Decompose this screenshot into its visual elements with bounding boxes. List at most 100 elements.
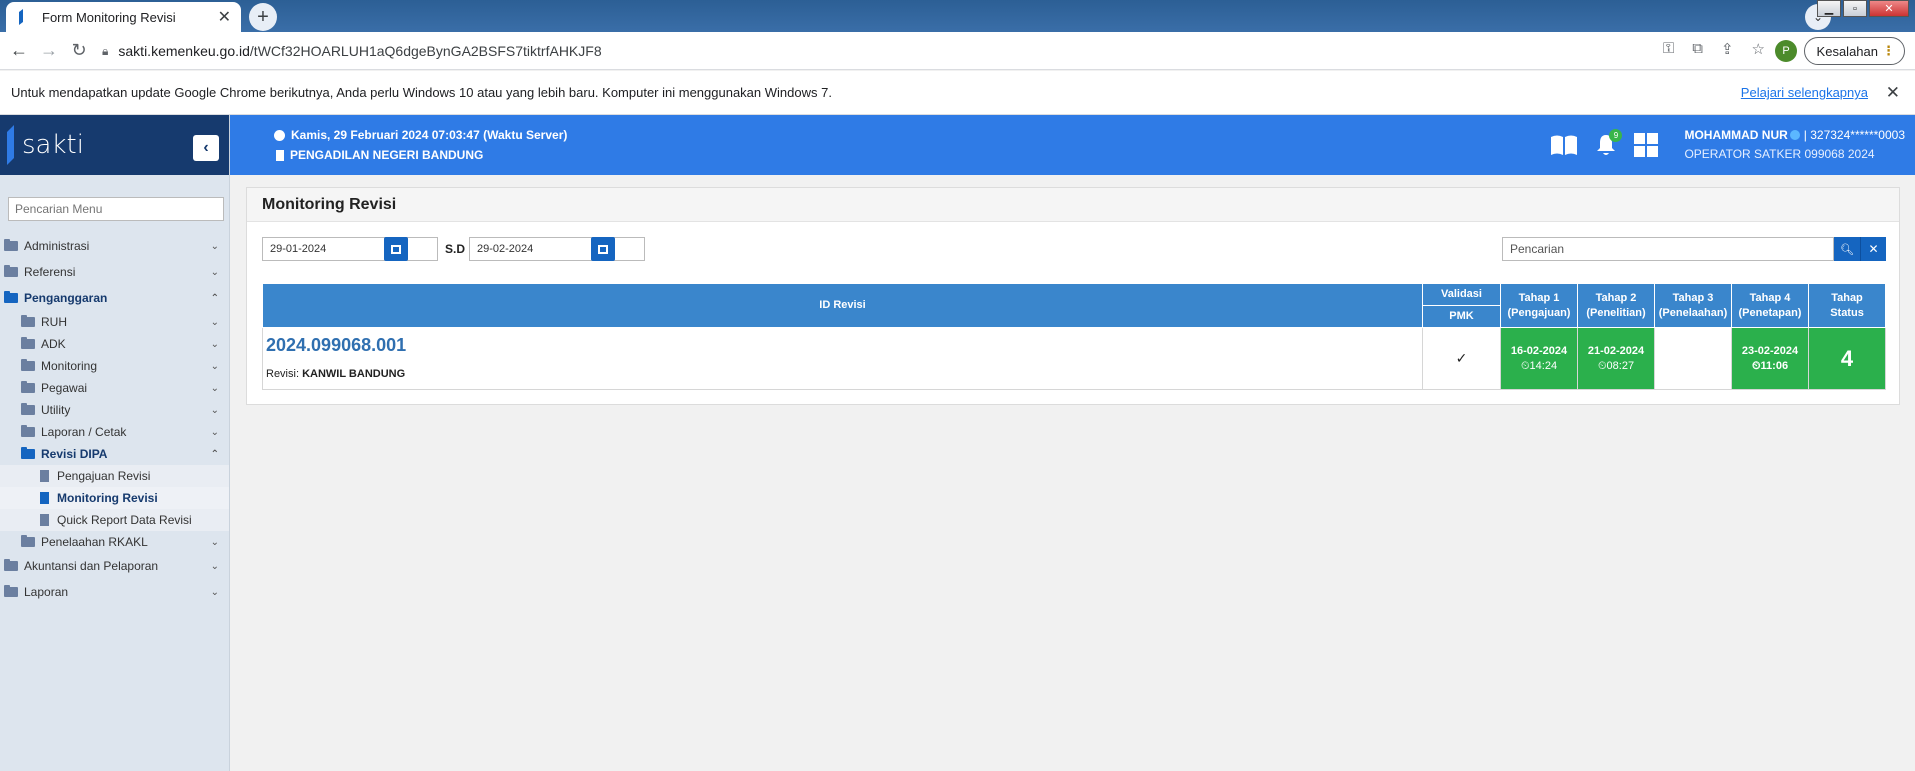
sidebar-item-laporan[interactable]: Laporan ⌄ (0, 579, 229, 605)
tahap4-cell: 23-02-2024 ⏲︎11:06 (1731, 327, 1809, 390)
sidebar-item-quick-report[interactable]: Quick Report Data Revisi (0, 509, 229, 531)
col-tahap2-title: Tahap 2 (1595, 291, 1637, 304)
book-icon[interactable] (1550, 134, 1578, 156)
translate-icon[interactable]: ⧉ (1692, 40, 1703, 58)
calendar-from-button[interactable] (384, 237, 408, 261)
sidebar-item-adk[interactable]: ADK ⌄ (0, 333, 229, 355)
minimize-button[interactable]: ▁ (1817, 0, 1841, 17)
url-domain: sakti.kemenkeu.go.id (118, 43, 250, 59)
profile-avatar[interactable]: P (1775, 40, 1797, 62)
folder-open-icon (21, 447, 35, 459)
sidebar-item-referensi[interactable]: Referensi ⌄ (0, 259, 229, 285)
sidebar-item-penelaahan-rkakl[interactable]: Penelaahan RKAKL ⌄ (0, 531, 229, 553)
pmk-check-cell: ✓ (1422, 327, 1501, 390)
sidebar-item-label: Administrasi (24, 239, 90, 253)
sidebar-item-revisi-dipa[interactable]: Revisi DIPA ⌃ (0, 443, 229, 465)
maximize-button[interactable]: ▫ (1843, 0, 1867, 17)
filter-bar: 29-01-2024 S.D 29-02-2024 Pencarian 🔍︎ ✕ (247, 222, 1899, 282)
sidebar-item-label: Pegawai (41, 381, 88, 395)
sidebar-item-utility[interactable]: Utility ⌄ (0, 399, 229, 421)
revision-id-link[interactable]: 2024.099068.001 (266, 335, 1419, 356)
chevron-down-icon: ⌄ (210, 404, 219, 416)
revision-note: Revisi: KANWIL BANDUNG (266, 368, 1419, 380)
calendar-icon (391, 244, 401, 254)
sidebar-item-ruh[interactable]: RUH ⌄ (0, 311, 229, 333)
folder-icon (4, 265, 18, 277)
revision-note-label: Revisi: (266, 368, 300, 380)
col-tahap3: Tahap 3 (Penelaahan) (1654, 283, 1732, 328)
sidebar-item-label: Utility (41, 403, 71, 417)
chevron-down-icon: ⌄ (210, 586, 219, 598)
chevron-down-icon: ⌄ (210, 240, 219, 252)
sidebar-item-pengajuan-revisi[interactable]: Pengajuan Revisi (0, 465, 229, 487)
apps-grid-icon[interactable] (1634, 133, 1659, 157)
clock-icon: ⏲︎ (1597, 359, 1607, 372)
menu-search-input[interactable] (8, 197, 224, 221)
clock-icon: ⏲︎ (1520, 359, 1530, 372)
folder-icon (21, 359, 35, 371)
document-icon (40, 492, 49, 504)
clock-icon: ⏲︎ (1751, 359, 1761, 372)
header-actions: 9 MOHAMMAD NUR | 327324******0003 OPERATO… (1550, 115, 1915, 175)
col-status-title: Tahap (1831, 291, 1863, 304)
url-path: /tWCf32HOARLUH1aQ6dgeBynGA2BSFS7tiktrfAH… (249, 43, 602, 59)
new-tab-button[interactable]: + (249, 3, 277, 31)
sidebar: sakti ‹ Administrasi ⌄ Referensi ⌄ Pengang… (0, 115, 230, 771)
document-icon (40, 470, 49, 482)
back-icon[interactable]: ← (4, 40, 34, 61)
error-menu-button[interactable]: Kesalahan ⋮ (1803, 37, 1905, 65)
tahap2-time-value: 08:27 (1606, 359, 1635, 372)
user-name: MOHAMMAD NUR (1684, 128, 1788, 142)
col-tahap1: Tahap 1 (Pengajuan) (1500, 283, 1578, 328)
forward-icon[interactable]: → (34, 40, 64, 61)
tab-close-icon[interactable]: ✕ (218, 7, 231, 27)
office-name: PENGADILAN NEGERI BANDUNG (290, 148, 484, 162)
sidebar-item-label: Monitoring Revisi (57, 491, 158, 505)
infobar-message: Untuk mendapatkan update Google Chrome b… (11, 85, 832, 100)
col-tahap3-sub: (Penelaahan) (1658, 306, 1728, 319)
bookmark-star-icon[interactable]: ☆ (1752, 40, 1765, 58)
chevron-down-icon: ⌄ (210, 426, 219, 438)
sidebar-collapse-button[interactable]: ‹ (193, 135, 219, 161)
sakti-favicon-icon (19, 9, 23, 25)
sidebar-item-laporan-cetak[interactable]: Laporan / Cetak ⌄ (0, 421, 229, 443)
calendar-to-button[interactable] (591, 237, 615, 261)
date-from-input[interactable]: 29-01-2024 (262, 237, 438, 261)
search-input[interactable]: Pencarian (1502, 237, 1834, 261)
folder-icon (21, 403, 35, 415)
search-button[interactable]: 🔍︎ (1834, 237, 1860, 261)
tahap1-time-value: 14:24 (1529, 359, 1558, 372)
user-id: | 327324******0003 (1803, 128, 1905, 142)
clear-search-button[interactable]: ✕ (1860, 237, 1886, 261)
server-datetime: Kamis, 29 Februari 2024 07:03:47 (Waktu … (291, 128, 568, 142)
sidebar-item-pegawai[interactable]: Pegawai ⌄ (0, 377, 229, 399)
sidebar-item-monitoring-revisi[interactable]: Monitoring Revisi (0, 487, 229, 509)
date-to-input[interactable]: 29-02-2024 (469, 237, 645, 261)
tahap2-time: ⏲︎08:27 (1578, 359, 1654, 374)
learn-more-link[interactable]: Pelajari selengkapnya (1741, 85, 1868, 100)
status-cell: 4 (1808, 327, 1886, 390)
sidebar-item-label: Penelaahan RKAKL (41, 535, 148, 549)
browser-tab[interactable]: Form Monitoring Revisi ✕ (6, 2, 241, 32)
infobar-close-icon[interactable]: ✕ (1886, 83, 1900, 103)
lock-icon[interactable]: 🔒︎ (102, 44, 108, 59)
address-bar[interactable]: 🔒︎ sakti.kemenkeu.go.id/tWCf32HOARLUH1aQ… (96, 37, 1473, 65)
tahap2-cell: 21-02-2024 ⏲︎08:27 (1577, 327, 1655, 390)
user-profile[interactable]: MOHAMMAD NUR | 327324******0003 OPERATOR … (1670, 126, 1915, 164)
col-tahap2: Tahap 2 (Penelitian) (1577, 283, 1655, 328)
reload-icon[interactable]: ↻ (64, 40, 94, 61)
sakti-logo-icon (7, 125, 14, 165)
verified-icon (1789, 130, 1800, 140)
notification-bell-icon[interactable]: 9 (1594, 129, 1623, 157)
sidebar-item-akuntansi[interactable]: Akuntansi dan Pelaporan ⌄ (0, 553, 229, 579)
tahap1-date: 16-02-2024 (1510, 344, 1568, 357)
sidebar-item-administrasi[interactable]: Administrasi ⌄ (0, 233, 229, 259)
brand-header: sakti ‹ (0, 115, 229, 175)
share-icon[interactable]: ⇪ (1721, 40, 1734, 58)
sidebar-item-penganggaran[interactable]: Penganggaran ⌃ (0, 285, 229, 311)
sidebar-item-monitoring[interactable]: Monitoring ⌄ (0, 355, 229, 377)
window-close-button[interactable]: ✕ (1869, 0, 1909, 17)
tab-title: Form Monitoring Revisi (42, 9, 176, 25)
key-icon[interactable]: ⚿ (1663, 40, 1674, 58)
sidebar-item-label: Laporan (24, 585, 69, 599)
